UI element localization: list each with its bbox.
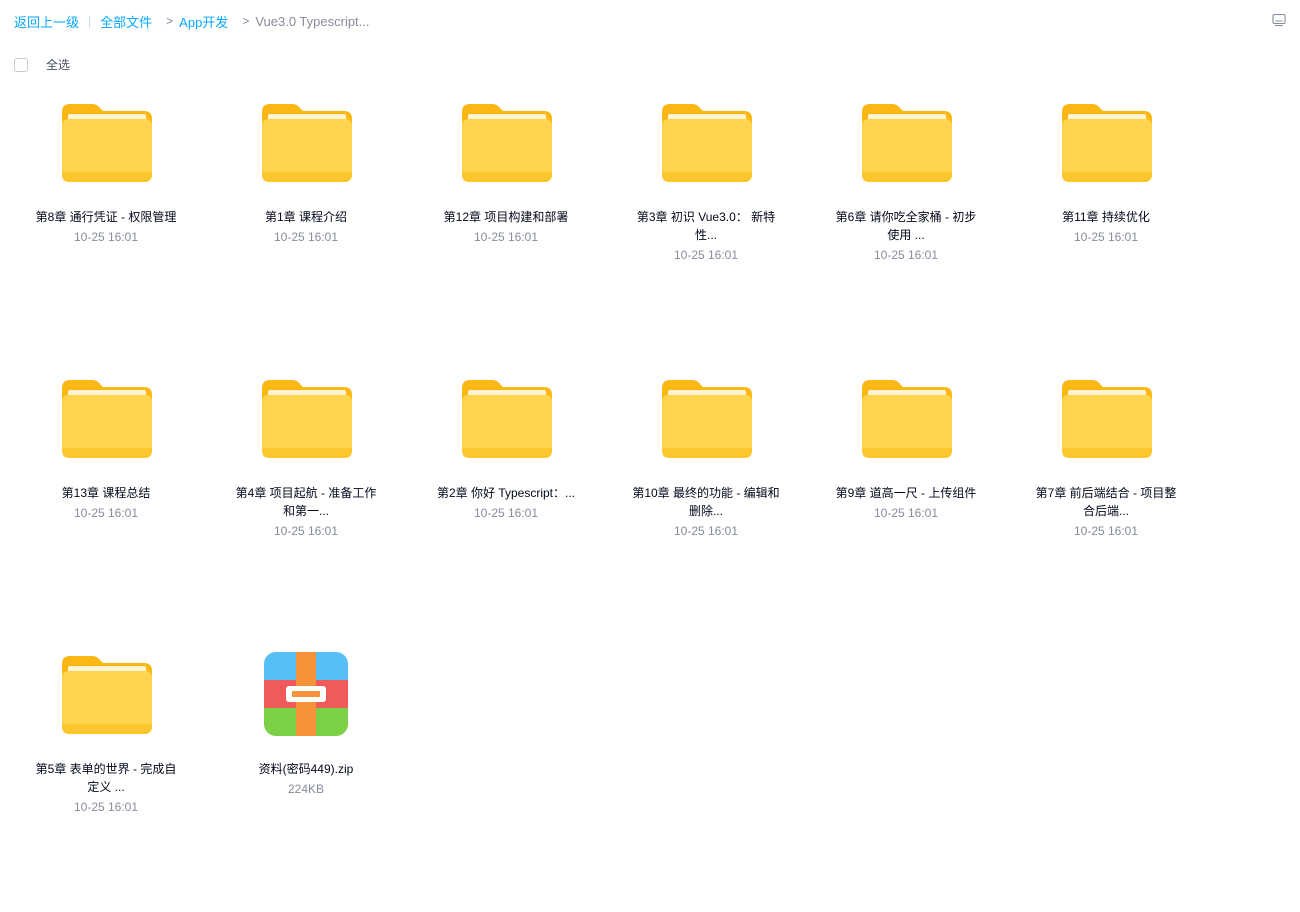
item-name: 第3章 初识 Vue3.0： 新特性... (636, 210, 776, 242)
item-name: 第8章 通行凭证 - 权限管理 (35, 210, 177, 224)
file-grid: 第8章 通行凭证 - 权限管理 10-25 16:01 第1章 课程介绍 10-25… (6, 84, 1206, 912)
item-modified-time: 10-25 16:01 (73, 230, 139, 244)
folder-icon (856, 92, 956, 192)
item-name: 第10章 最终的功能 - 编辑和删除... (632, 486, 780, 518)
item-caption: 第12章 项目构建和部署 10-25 16:01 (431, 208, 581, 246)
item-caption: 第2章 你好 Typescript：... 10-25 16:01 (431, 484, 581, 522)
item-name: 第9章 道高一尺 - 上传组件 (835, 486, 977, 500)
folder-item[interactable]: 第5章 表单的世界 - 完成自定义 ... 10-25 16:01 (6, 636, 206, 912)
item-caption: 第7章 前后端结合 - 项目整合后端... 10-25 16:01 (1031, 484, 1181, 540)
folder-icon (456, 368, 556, 468)
folder-item[interactable]: 第10章 最终的功能 - 编辑和删除... 10-25 16:01 (606, 360, 806, 636)
folder-icon (656, 368, 756, 468)
item-modified-time: 10-25 16:01 (273, 230, 339, 244)
item-modified-time: 10-25 16:01 (73, 506, 139, 520)
item-name: 第4章 项目起航 - 准备工作和第一... (235, 486, 377, 518)
item-caption: 第4章 项目起航 - 准备工作和第一... 10-25 16:01 (231, 484, 381, 540)
item-modified-time: 10-25 16:01 (673, 248, 739, 262)
folder-icon (656, 92, 756, 192)
folder-icon (256, 368, 356, 468)
item-name: 第12章 项目构建和部署 (443, 210, 569, 224)
folder-icon (256, 92, 356, 192)
item-name: 第7章 前后端结合 - 项目整合后端... (1035, 486, 1177, 518)
back-link[interactable]: 返回上一级 (14, 12, 79, 31)
item-modified-time: 10-25 16:01 (873, 506, 939, 520)
breadcrumb-divider: | (88, 14, 92, 28)
folder-icon (56, 92, 156, 192)
folder-item[interactable]: 第6章 请你吃全家桶 - 初步使用 ... 10-25 16:01 (806, 84, 1006, 360)
item-caption: 第8章 通行凭证 - 权限管理 10-25 16:01 (31, 208, 181, 246)
item-caption: 第9章 道高一尺 - 上传组件 10-25 16:01 (831, 484, 981, 522)
folder-icon (56, 644, 156, 744)
item-modified-time: 10-25 16:01 (473, 506, 539, 520)
folder-item[interactable]: 第4章 项目起航 - 准备工作和第一... 10-25 16:01 (206, 360, 406, 636)
item-name: 第5章 表单的世界 - 完成自定义 ... (35, 762, 177, 794)
folder-item[interactable]: 第8章 通行凭证 - 权限管理 10-25 16:01 (6, 84, 206, 360)
item-caption: 第13章 课程总结 10-25 16:01 (31, 484, 181, 522)
item-caption: 第5章 表单的世界 - 完成自定义 ... 10-25 16:01 (31, 760, 181, 816)
folder-icon (856, 368, 956, 468)
item-name: 资料(密码449).zip (258, 762, 354, 776)
item-modified-time: 10-25 16:01 (473, 230, 539, 244)
item-modified-time: 10-25 16:01 (73, 800, 139, 814)
item-file-size: 224KB (287, 782, 325, 796)
item-name: 第2章 你好 Typescript：... (436, 486, 576, 500)
item-caption: 第1章 课程介绍 10-25 16:01 (231, 208, 381, 246)
folder-item[interactable]: 第3章 初识 Vue3.0： 新特性... 10-25 16:01 (606, 84, 806, 360)
folder-item[interactable]: 第7章 前后端结合 - 项目整合后端... 10-25 16:01 (1006, 360, 1206, 636)
breadcrumb-separator-icon: > (242, 14, 250, 28)
folder-item[interactable]: 第11章 持续优化 10-25 16:01 (1006, 84, 1206, 360)
folder-item[interactable]: 第1章 课程介绍 10-25 16:01 (206, 84, 406, 360)
select-all[interactable]: 全选 (14, 56, 70, 73)
item-caption: 第6章 请你吃全家桶 - 初步使用 ... 10-25 16:01 (831, 208, 981, 264)
item-modified-time: 10-25 16:01 (673, 524, 739, 538)
folder-item[interactable]: 第13章 课程总结 10-25 16:01 (6, 360, 206, 636)
folder-item[interactable]: 第9章 道高一尺 - 上传组件 10-25 16:01 (806, 360, 1006, 636)
folder-item[interactable]: 第2章 你好 Typescript：... 10-25 16:01 (406, 360, 606, 636)
item-modified-time: 10-25 16:01 (273, 524, 339, 538)
breadcrumb-all-files[interactable]: 全部文件 (100, 12, 152, 31)
folder-icon (56, 368, 156, 468)
item-caption: 第11章 持续优化 10-25 16:01 (1031, 208, 1181, 246)
folder-icon (1056, 368, 1156, 468)
item-modified-time: 10-25 16:01 (1073, 524, 1139, 538)
item-name: 第11章 持续优化 (1062, 210, 1150, 224)
list-view-icon[interactable] (1272, 13, 1286, 27)
zip-archive-icon (256, 644, 356, 744)
breadcrumb-current: Vue3.0 Typescript... (255, 13, 370, 29)
item-modified-time: 10-25 16:01 (873, 248, 939, 262)
folder-item[interactable]: 第12章 项目构建和部署 10-25 16:01 (406, 84, 606, 360)
folder-icon (456, 92, 556, 192)
item-caption: 资料(密码449).zip 224KB (231, 760, 381, 798)
folder-icon (1056, 92, 1156, 192)
file-item[interactable]: 资料(密码449).zip 224KB (206, 636, 406, 912)
breadcrumb: 返回上一级 | 全部文件 > App开发 > Vue3.0 Typescript… (14, 12, 370, 30)
item-name: 第1章 课程介绍 (264, 210, 347, 224)
item-modified-time: 10-25 16:01 (1073, 230, 1139, 244)
item-caption: 第10章 最终的功能 - 编辑和删除... 10-25 16:01 (631, 484, 781, 540)
select-all-label: 全选 (46, 58, 71, 72)
breadcrumb-app-dev[interactable]: App开发 (179, 12, 228, 31)
select-all-checkbox[interactable] (14, 57, 28, 72)
breadcrumb-separator-icon: > (166, 14, 174, 28)
item-caption: 第3章 初识 Vue3.0： 新特性... 10-25 16:01 (631, 208, 781, 264)
item-name: 第6章 请你吃全家桶 - 初步使用 ... (835, 210, 977, 242)
item-name: 第13章 课程总结 (61, 486, 151, 500)
